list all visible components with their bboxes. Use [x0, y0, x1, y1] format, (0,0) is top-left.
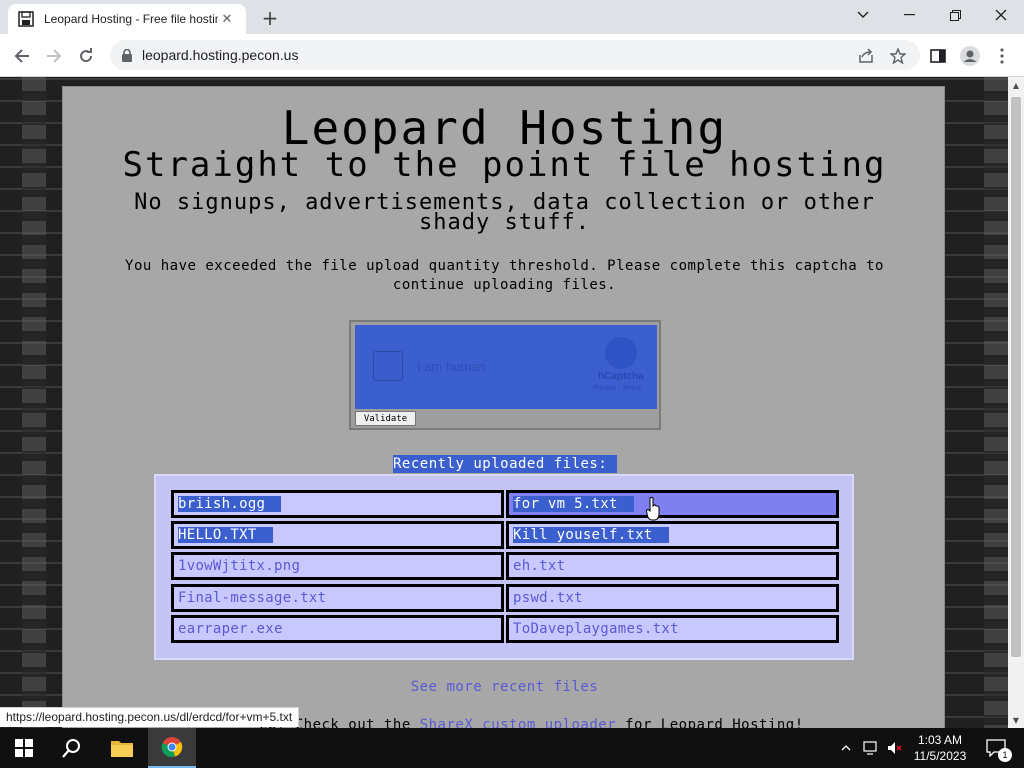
network-icon[interactable]: [860, 728, 882, 768]
address-bar[interactable]: leopard.hosting.pecon.us: [110, 40, 920, 70]
page-tagline: No signups, advertisements, data collect…: [134, 190, 875, 235]
back-arrow-icon[interactable]: [8, 42, 36, 70]
volume-muted-icon[interactable]: [884, 728, 906, 768]
windows-start-icon[interactable]: [0, 728, 48, 768]
background-pattern-left: [22, 77, 46, 728]
notifications-icon[interactable]: 1: [980, 728, 1012, 768]
validate-button[interactable]: Validate: [355, 411, 416, 426]
menu-dots-icon[interactable]: [988, 42, 1016, 70]
close-window-icon[interactable]: [978, 0, 1024, 30]
minimize-icon[interactable]: [886, 0, 932, 30]
file-link[interactable]: eh.txt: [506, 552, 839, 580]
file-link[interactable]: pswd.txt: [506, 584, 839, 612]
hand-cursor-icon: [646, 497, 660, 521]
file-link[interactable]: ToDaveplaygames.txt: [506, 615, 839, 643]
captcha-notice: You have exceeded the file upload quanti…: [125, 258, 884, 293]
tab-bar: Leopard Hosting - Free file hosting ✕ +: [0, 0, 1024, 34]
clock[interactable]: 1:03 AM 11/5/2023: [908, 728, 972, 768]
recent-files-heading: Recently uploaded files:: [393, 455, 618, 473]
sharex-link[interactable]: ShareX custom uploader: [420, 717, 616, 728]
notification-count: 1: [998, 748, 1012, 762]
tab-active[interactable]: Leopard Hosting - Free file hosting ✕: [8, 4, 246, 34]
captcha-links[interactable]: Privacy - Terms: [593, 385, 641, 392]
new-tab-icon[interactable]: +: [258, 6, 282, 30]
file-link[interactable]: Kill youself.txt: [506, 521, 839, 549]
background-pattern-right: [984, 77, 1008, 728]
page-subtitle: Straight to the point file hosting: [122, 145, 887, 185]
tab-search-icon[interactable]: [840, 0, 886, 30]
file-link[interactable]: briish.ogg: [171, 490, 504, 518]
scrollbar-thumb[interactable]: [1011, 97, 1021, 657]
clock-time: 1:03 AM: [917, 733, 963, 747]
file-explorer-icon[interactable]: [98, 728, 146, 768]
forward-arrow-icon[interactable]: [40, 42, 68, 70]
content-card: Leopard Hosting Straight to the point fi…: [62, 86, 945, 728]
reload-icon[interactable]: [72, 42, 100, 70]
tab-title: Leopard Hosting - Free file hosting: [44, 12, 218, 26]
hcaptcha-widget: I am human hCaptcha Privacy - Terms: [355, 325, 657, 409]
page-viewport: Leopard Hosting Straight to the point fi…: [0, 77, 1008, 728]
link-status-bar: https://leopard.hosting.pecon.us/dl/erdc…: [0, 707, 300, 727]
hcaptcha-logo-icon: [605, 337, 637, 369]
profile-icon[interactable]: [956, 42, 984, 70]
restore-icon[interactable]: [932, 0, 978, 30]
file-link[interactable]: for vm 5.txt: [506, 490, 839, 518]
url-text: leopard.hosting.pecon.us: [142, 47, 299, 63]
scroll-up-icon[interactable]: ▲: [1008, 77, 1024, 93]
file-link[interactable]: earraper.exe: [171, 615, 504, 643]
taskbar: 1:03 AM 11/5/2023 1: [0, 728, 1024, 768]
file-link[interactable]: HELLO.TXT: [171, 521, 504, 549]
sharex-promo: ep? Check out the ShareX custom uploader…: [259, 717, 804, 728]
captcha-form: I am human hCaptcha Privacy - Terms Vali…: [349, 320, 661, 430]
tray-chevron-icon[interactable]: [836, 728, 856, 768]
captcha-checkbox[interactable]: [373, 351, 403, 381]
browser-toolbar: leopard.hosting.pecon.us: [0, 34, 1024, 77]
captcha-label: I am human: [417, 359, 486, 374]
chrome-icon[interactable]: [148, 728, 196, 768]
scroll-down-icon[interactable]: ▼: [1008, 712, 1024, 728]
see-more-link[interactable]: See more recent files: [63, 679, 946, 695]
floppy-disk-icon: [18, 11, 34, 27]
share-icon[interactable]: [852, 42, 880, 70]
captcha-brand: hCaptcha: [598, 371, 644, 382]
file-link[interactable]: 1vowWjtitx.png: [171, 552, 504, 580]
page-scrollbar[interactable]: ▲ ▼: [1008, 77, 1024, 728]
file-link[interactable]: Final-message.txt: [171, 584, 504, 612]
search-icon[interactable]: [48, 728, 96, 768]
side-panel-icon[interactable]: [924, 42, 952, 70]
clock-date: 11/5/2023: [913, 749, 967, 763]
bookmark-star-icon[interactable]: [884, 42, 912, 70]
close-tab-icon[interactable]: ✕: [218, 10, 236, 28]
lock-icon: [122, 48, 132, 62]
recent-files-panel: briish.ogg for vm 5.txt HELLO.TXT Kill y…: [154, 474, 854, 660]
promo-suffix: for Leopard Hosting!: [616, 717, 804, 728]
